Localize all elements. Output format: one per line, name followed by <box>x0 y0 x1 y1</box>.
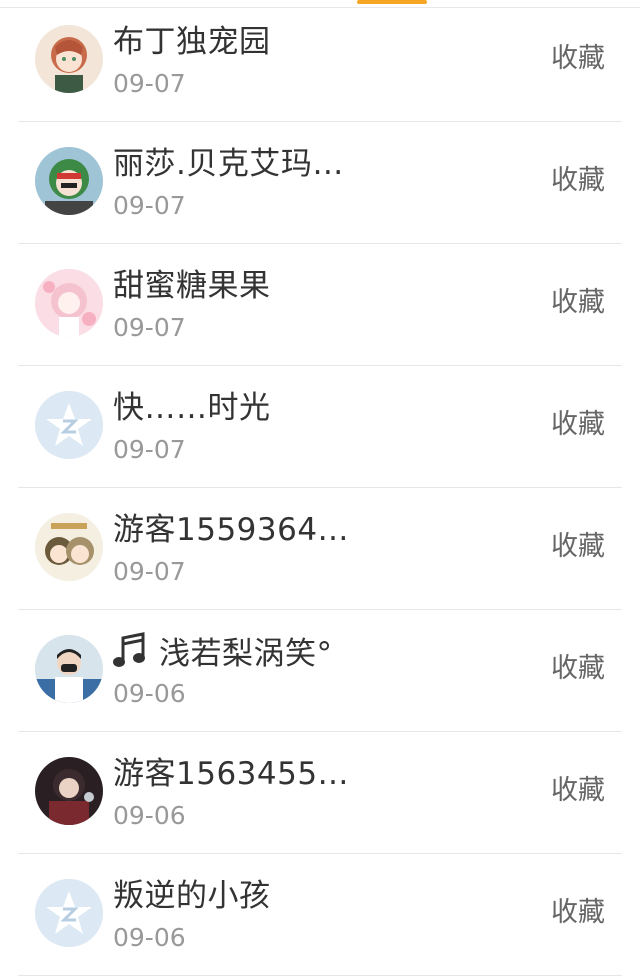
timestamp: 09-07 <box>113 557 186 586</box>
favorite-button[interactable]: 收藏 <box>551 773 605 809</box>
favorite-button[interactable]: 收藏 <box>551 407 605 443</box>
dark-anime-avatar[interactable] <box>35 757 103 825</box>
default-star-avatar-image <box>35 391 103 459</box>
username: 浅若梨涡笑° <box>159 636 333 672</box>
list-item[interactable]: 游客1563455… 09-06 收藏 <box>18 732 622 854</box>
timestamp: 09-06 <box>113 801 186 830</box>
username-with-music-note: 浅若梨涡笑° <box>113 632 333 674</box>
anime-character-avatar-image <box>35 147 103 215</box>
list-item[interactable]: 快……时光 09-07 收藏 <box>18 366 622 488</box>
pink-anime-avatar-image <box>35 269 103 337</box>
username: 甜蜜糖果果 <box>113 268 271 304</box>
dark-anime-avatar-image <box>35 757 103 825</box>
username: 布丁独宠园 <box>113 24 271 60</box>
timestamp: 09-07 <box>113 435 186 464</box>
list-item[interactable]: 游客1559364… 09-07 收藏 <box>18 488 622 610</box>
username: 叛逆的小孩 <box>113 878 271 914</box>
timestamp: 09-07 <box>113 191 186 220</box>
list-item[interactable]: 浅若梨涡笑° 09-06 收藏 <box>18 610 622 732</box>
timestamp: 09-07 <box>113 313 186 342</box>
timestamp: 09-06 <box>113 679 186 708</box>
pink-anime-avatar[interactable] <box>35 269 103 337</box>
username: 快……时光 <box>113 390 271 426</box>
timestamp: 09-07 <box>113 69 186 98</box>
favorite-button[interactable]: 收藏 <box>551 163 605 199</box>
anime-girl-avatar[interactable] <box>35 25 103 93</box>
favorite-button[interactable]: 收藏 <box>551 41 605 77</box>
music-note-icon <box>113 632 147 670</box>
list-item[interactable]: 甜蜜糖果果 09-07 收藏 <box>18 244 622 366</box>
couple-anime-avatar-image <box>35 513 103 581</box>
list-item[interactable]: 丽莎.贝克艾玛… 09-07 收藏 <box>18 122 622 244</box>
timestamp: 09-06 <box>113 923 186 952</box>
username: 游客1563455… <box>113 756 350 792</box>
favorite-button[interactable]: 收藏 <box>551 529 605 565</box>
favorite-button[interactable]: 收藏 <box>551 285 605 321</box>
masked-person-avatar[interactable] <box>35 635 103 703</box>
favorite-button[interactable]: 收藏 <box>551 651 605 687</box>
default-qq-avatar[interactable] <box>35 879 103 947</box>
masked-person-avatar-image <box>35 635 103 703</box>
anime-character-avatar[interactable] <box>35 147 103 215</box>
favorite-button[interactable]: 收藏 <box>551 895 605 931</box>
username: 游客1559364… <box>113 512 350 548</box>
default-qq-avatar[interactable] <box>35 391 103 459</box>
list-item[interactable]: 布丁独宠园 09-07 收藏 <box>18 0 622 122</box>
list-item[interactable]: 叛逆的小孩 09-06 收藏 <box>18 854 622 976</box>
username: 丽莎.贝克艾玛… <box>113 146 344 182</box>
couple-anime-avatar[interactable] <box>35 513 103 581</box>
anime-girl-avatar-image <box>35 25 103 93</box>
default-star-avatar-image <box>35 879 103 947</box>
